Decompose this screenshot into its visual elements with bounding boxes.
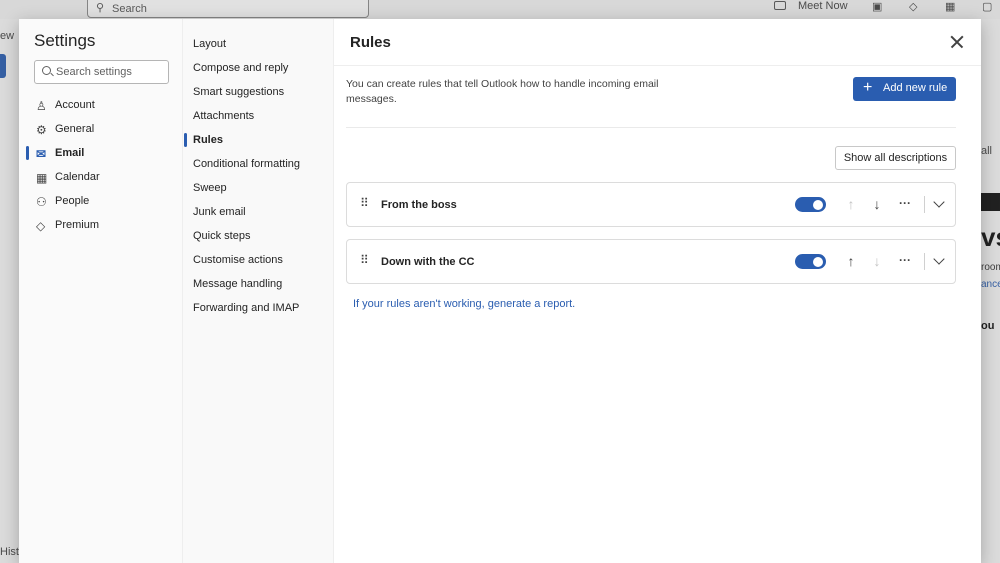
category-label: People — [55, 195, 90, 207]
chevron-down-icon[interactable] — [931, 251, 947, 271]
mail-icon: ✉ — [36, 147, 47, 161]
rule-enabled-toggle[interactable] — [795, 197, 826, 212]
people-icon: ⚇ — [36, 195, 47, 209]
subcategory-label: Rules — [193, 134, 223, 146]
subcategory-rules[interactable]: Rules — [184, 130, 333, 152]
category-calendar[interactable]: ▦ Calendar — [26, 167, 176, 189]
subcategory-customise-actions[interactable]: Customise actions — [193, 250, 333, 272]
row-divider — [924, 196, 925, 213]
category-label: Email — [55, 147, 85, 159]
active-indicator — [26, 146, 29, 160]
drag-handle-icon[interactable]: ⠿ — [360, 197, 369, 209]
subcategory-attachments[interactable]: Attachments — [193, 106, 333, 128]
subcategory-junk-email[interactable]: Junk email — [193, 202, 333, 224]
add-new-rule-button[interactable]: + Add new rule — [853, 77, 956, 101]
category-email[interactable]: ✉ Email — [26, 143, 176, 165]
category-general[interactable]: ⚙ General — [26, 119, 176, 141]
rule-name: Down with the CC — [381, 256, 475, 268]
category-label: General — [55, 123, 95, 135]
category-account[interactable]: ♙ Account — [26, 95, 176, 117]
settings-subcategories-pane: Layout Compose and reply Smart suggestio… — [183, 19, 334, 563]
rules-title: Rules — [350, 34, 391, 51]
settings-search-input[interactable]: Search settings — [34, 60, 169, 84]
move-up-icon[interactable]: ↑ — [843, 194, 859, 214]
settings-dialog: Settings Search settings ♙ Account ⚙ Gen… — [19, 19, 981, 563]
drag-handle-icon[interactable]: ⠿ — [360, 254, 369, 266]
row-divider — [924, 253, 925, 270]
subcategory-conditional-formatting[interactable]: Conditional formatting — [193, 154, 333, 176]
move-down-icon[interactable]: ↓ — [869, 194, 885, 214]
chevron-down-icon[interactable] — [931, 194, 947, 214]
subcategory-layout[interactable]: Layout — [193, 34, 333, 56]
category-label: Account — [55, 99, 95, 111]
rules-pane: Rules You can create rules that tell Out… — [334, 19, 981, 563]
rule-name: From the boss — [381, 199, 457, 211]
diamond-icon: ◇ — [36, 219, 46, 233]
rules-description: You can create rules that tell Outlook h… — [346, 78, 659, 105]
rule-row[interactable]: ⠿ From the boss ↑ ↓ ··· — [346, 182, 956, 227]
category-label: Premium — [55, 219, 100, 231]
move-down-icon[interactable]: ↓ — [869, 251, 885, 271]
person-icon: ♙ — [36, 99, 47, 113]
category-people[interactable]: ⚇ People — [26, 191, 176, 213]
subcategory-quick-steps[interactable]: Quick steps — [193, 226, 333, 248]
plus-icon: + — [863, 79, 873, 96]
add-new-rule-label: Add new rule — [883, 82, 948, 94]
settings-title: Settings — [34, 31, 96, 50]
generate-report-link[interactable]: If your rules aren't working, generate a… — [353, 298, 575, 310]
settings-categories-pane: Settings Search settings ♙ Account ⚙ Gen… — [19, 19, 183, 563]
move-up-icon[interactable]: ↑ — [843, 251, 859, 271]
rule-enabled-toggle[interactable] — [795, 254, 826, 269]
subcategory-forwarding-and-imap[interactable]: Forwarding and IMAP — [193, 298, 333, 320]
section-divider — [346, 127, 956, 128]
close-icon[interactable] — [948, 33, 966, 51]
rule-row[interactable]: ⠿ Down with the CC ↑ ↓ ··· — [346, 239, 956, 284]
subcategory-sweep[interactable]: Sweep — [193, 178, 333, 200]
category-premium[interactable]: ◇ Premium — [26, 215, 176, 237]
calendar-icon: ▦ — [36, 171, 48, 185]
more-options-icon[interactable]: ··· — [897, 251, 913, 271]
active-indicator — [184, 133, 187, 147]
more-options-icon[interactable]: ··· — [897, 194, 913, 214]
show-all-descriptions-button[interactable]: Show all descriptions — [835, 146, 956, 170]
subcategory-smart-suggestions[interactable]: Smart suggestions — [193, 82, 333, 104]
subcategory-compose-and-reply[interactable]: Compose and reply — [193, 58, 333, 80]
settings-search-placeholder: Search settings — [56, 66, 132, 78]
gear-icon: ⚙ — [36, 123, 47, 137]
search-icon — [42, 66, 51, 75]
header-divider — [334, 65, 981, 66]
category-label: Calendar — [55, 171, 100, 183]
subcategory-message-handling[interactable]: Message handling — [193, 274, 333, 296]
